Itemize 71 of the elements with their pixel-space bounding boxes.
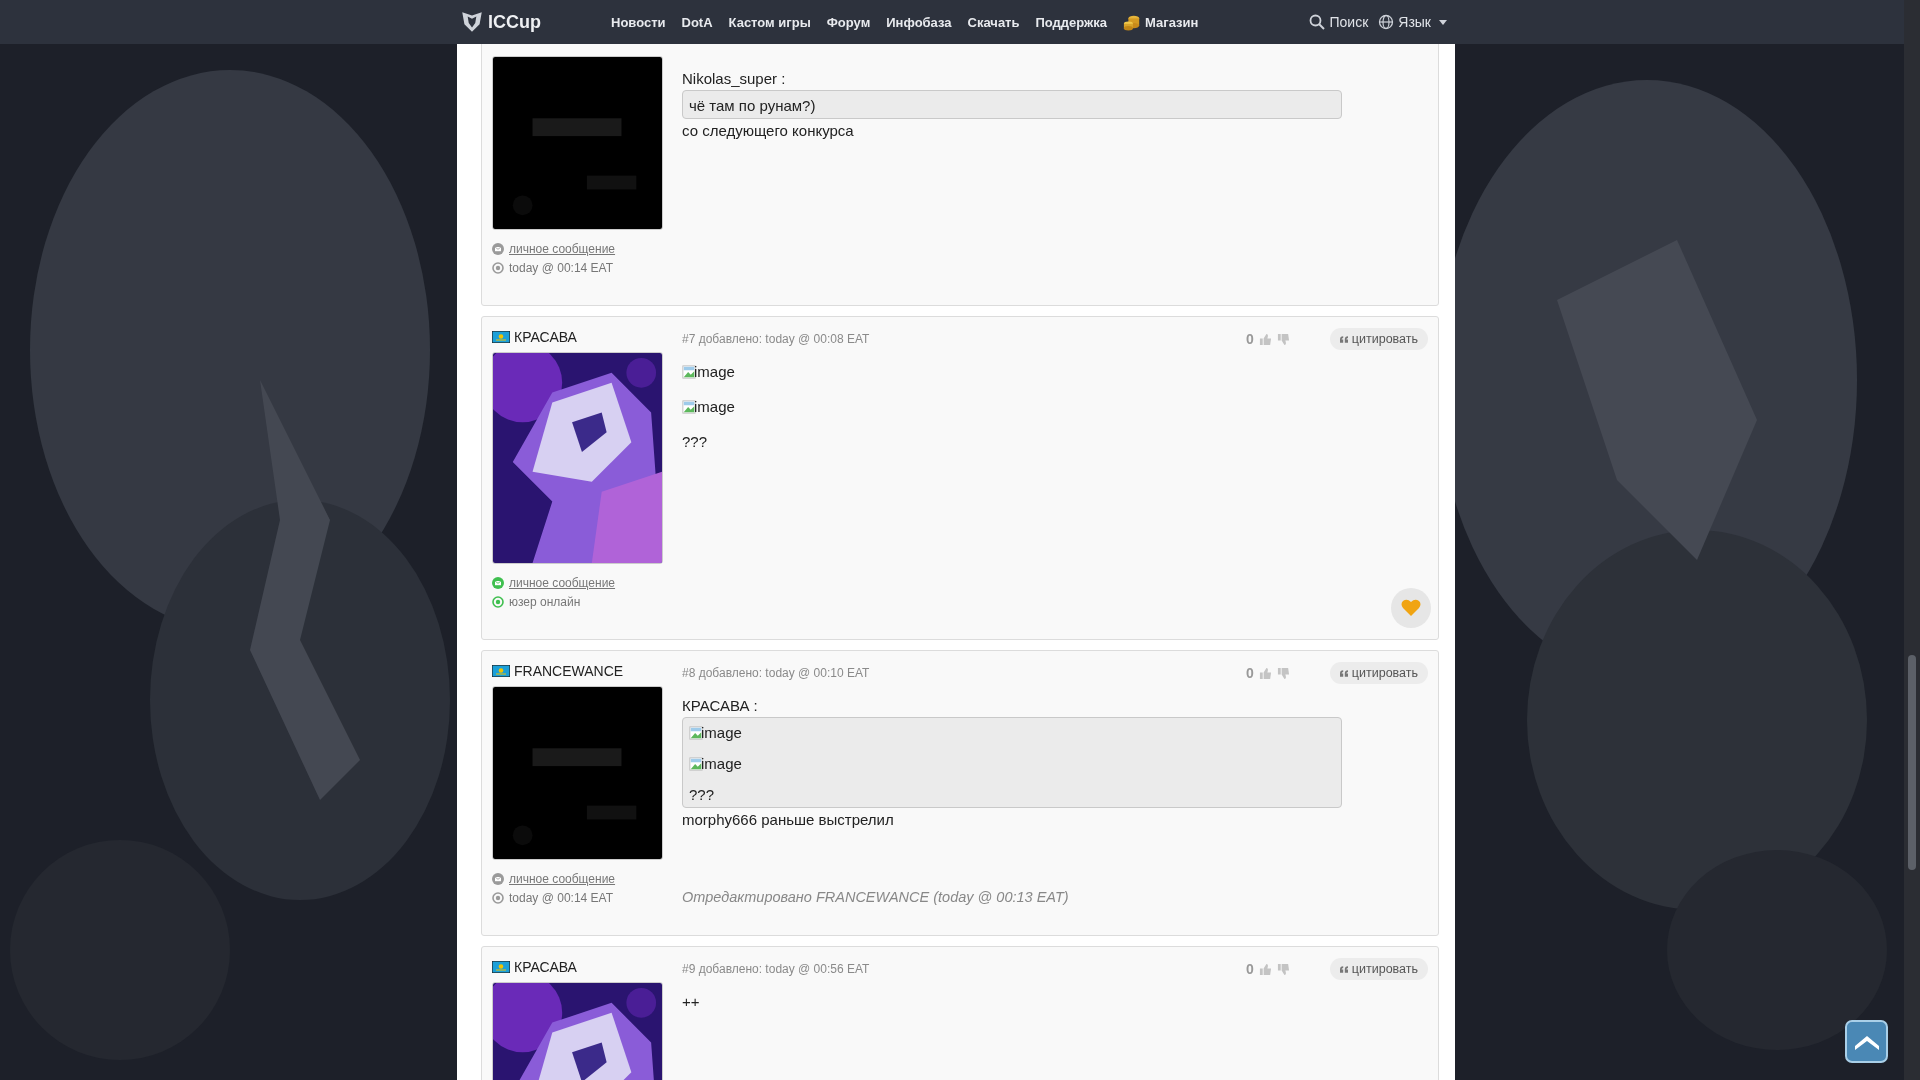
flag-icon bbox=[492, 331, 510, 343]
flag-icon bbox=[492, 665, 510, 677]
scrollbar[interactable] bbox=[1904, 0, 1920, 1080]
nav-link[interactable]: Поддержка bbox=[1035, 13, 1108, 31]
quote-button[interactable]: цитировать bbox=[1329, 958, 1428, 980]
edit-note: Отредактировано FRANCEWANCE (today @ 00:13 EAT) bbox=[682, 888, 1070, 905]
vote-count: 0 bbox=[1246, 665, 1254, 681]
thumbs-down-icon[interactable] bbox=[1276, 332, 1290, 346]
scrollbar-thumb[interactable] bbox=[1908, 655, 1916, 870]
user-status: today @ 00:14 EAT bbox=[509, 261, 613, 275]
quote-author: Nikolas_super : bbox=[682, 70, 787, 87]
nav-link[interactable]: Форум bbox=[826, 13, 871, 31]
post-text: со следующего конкурса bbox=[682, 122, 855, 139]
username-link[interactable]: FRANCEWANCE bbox=[514, 663, 624, 679]
quote-author: КРАСАВА : bbox=[682, 697, 759, 714]
vote-count: 0 bbox=[1246, 331, 1254, 347]
nav-link[interactable]: Новости bbox=[611, 13, 666, 31]
post-text: ??? bbox=[682, 433, 709, 450]
quote-icon bbox=[1339, 669, 1348, 677]
post-text: morphy666 раньше выстрелил bbox=[682, 811, 895, 828]
quote-icon bbox=[1339, 335, 1348, 343]
nav-link[interactable]: Кастом игры bbox=[728, 13, 811, 31]
user-status: юзер онлайн bbox=[509, 595, 581, 609]
broken-image: image bbox=[689, 755, 1335, 772]
broken-image: image bbox=[682, 398, 1428, 415]
quote-button[interactable]: цитировать bbox=[1329, 662, 1428, 684]
user-status: today @ 00:14 EAT bbox=[509, 891, 613, 905]
broken-image-icon bbox=[689, 725, 703, 740]
globe-icon bbox=[1378, 14, 1395, 30]
search-icon bbox=[1309, 14, 1326, 30]
shop-link[interactable]: Магазин bbox=[1123, 13, 1199, 31]
thumbs-up-icon[interactable] bbox=[1258, 332, 1272, 346]
logo-link[interactable]: ICCup bbox=[459, 9, 541, 35]
heart-icon bbox=[1401, 599, 1421, 617]
broken-image-icon bbox=[682, 364, 696, 379]
username-link[interactable]: КРАСАВА bbox=[514, 329, 577, 345]
caret-icon bbox=[1439, 19, 1447, 25]
nav-link[interactable]: Инфобаза bbox=[886, 13, 952, 31]
broken-image: image bbox=[689, 724, 1335, 741]
post-text: ++ bbox=[682, 993, 701, 1010]
nav-link[interactable]: DotA bbox=[681, 13, 713, 31]
nav-link[interactable]: Скачать bbox=[967, 13, 1020, 31]
post-date: #7 добавлено: today @ 00:08 EAT bbox=[682, 332, 870, 346]
private-message-link[interactable]: личное сообщение bbox=[509, 576, 616, 590]
private-message-link[interactable]: личное сообщение bbox=[509, 872, 616, 886]
envelope-icon bbox=[492, 577, 504, 589]
thumbs-down-icon[interactable] bbox=[1276, 962, 1290, 976]
broken-image-icon bbox=[689, 756, 703, 771]
post-text: ??? bbox=[689, 786, 716, 803]
language-dropdown[interactable]: Язык bbox=[1378, 14, 1447, 30]
like-button[interactable] bbox=[1391, 588, 1431, 628]
broken-image-icon bbox=[682, 399, 696, 414]
search-link[interactable]: Поиск bbox=[1309, 14, 1369, 30]
vote-count: 0 bbox=[1246, 961, 1254, 977]
post-text: чё там по рунам?) bbox=[689, 97, 817, 114]
chevron-up-icon bbox=[1854, 1033, 1879, 1050]
quote-icon bbox=[1339, 965, 1348, 973]
thumbs-up-icon[interactable] bbox=[1258, 666, 1272, 680]
thumbs-down-icon[interactable] bbox=[1276, 666, 1290, 680]
private-message-link[interactable]: личное сообщение bbox=[509, 242, 616, 256]
flag-icon bbox=[492, 961, 510, 973]
coins-icon bbox=[1123, 13, 1142, 31]
envelope-icon bbox=[492, 873, 504, 885]
thumbs-up-icon[interactable] bbox=[1258, 962, 1272, 976]
scroll-to-top-button[interactable] bbox=[1845, 1020, 1888, 1063]
quote-button[interactable]: цитировать bbox=[1329, 328, 1428, 350]
broken-image: image bbox=[682, 363, 1428, 380]
username-link[interactable]: КРАСАВА bbox=[514, 959, 577, 975]
post-date: #9 добавлено: today @ 00:56 EAT bbox=[682, 962, 870, 976]
post-date: #8 добавлено: today @ 00:10 EAT bbox=[682, 666, 870, 680]
envelope-icon bbox=[492, 243, 504, 255]
